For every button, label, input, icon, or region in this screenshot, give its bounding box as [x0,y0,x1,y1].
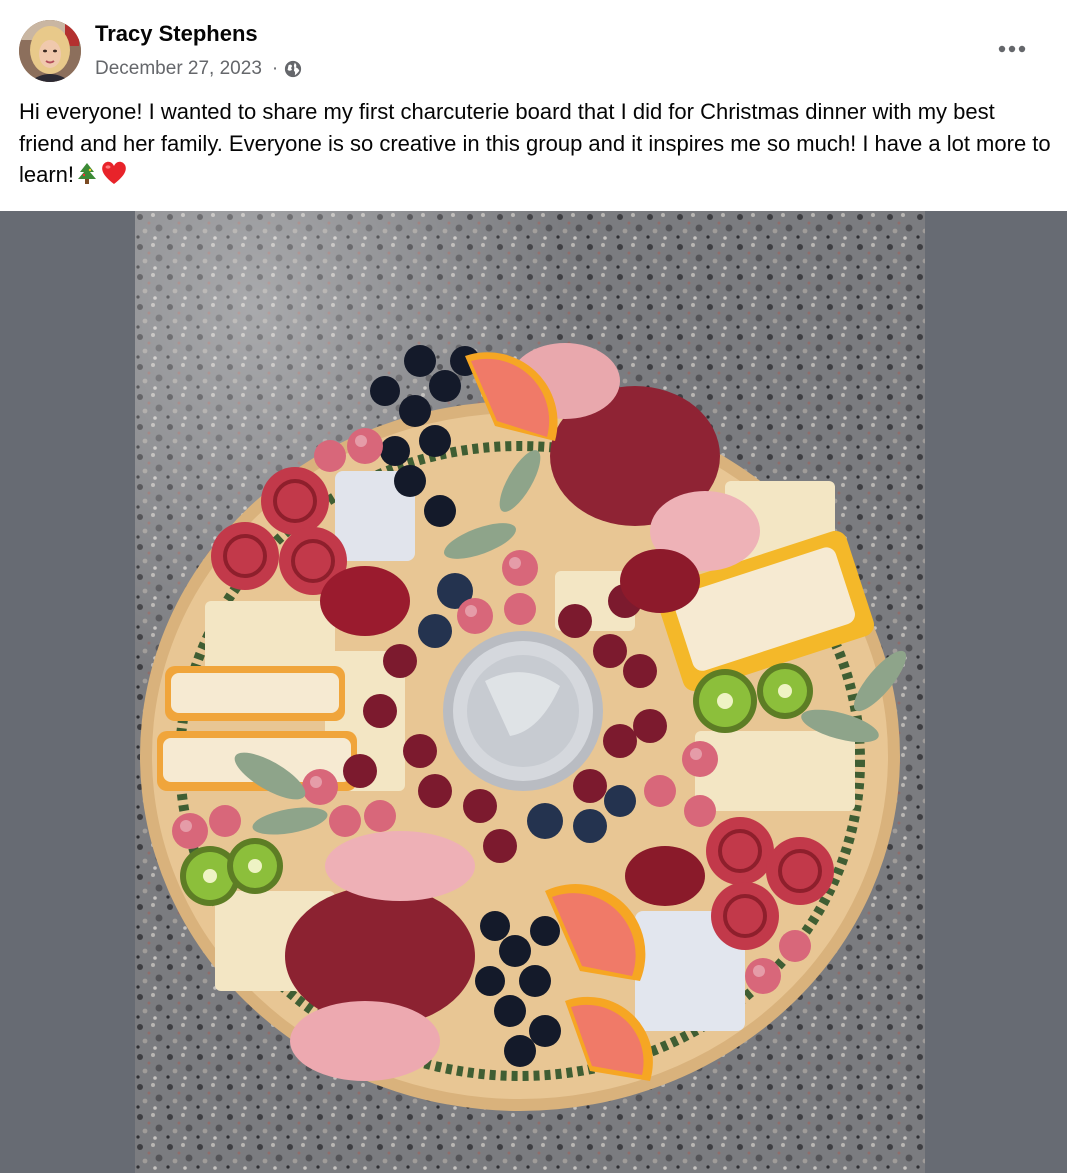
christmas-tree-emoji [76,162,98,195]
author-name[interactable]: Tracy Stephens [95,21,258,47]
avatar-image [19,20,81,82]
author-avatar[interactable] [19,20,81,82]
meta-separator: · [271,58,279,79]
post-header: Tracy Stephens December 27, 2023 · [0,0,1067,96]
post-card: Tracy Stephens December 27, 2023 · Hi ev… [0,0,1067,1173]
more-options-button[interactable] [991,32,1035,66]
photo-container [0,211,1067,1173]
more-options-icon [998,45,1026,53]
post-meta: December 27, 2023 · [95,56,302,82]
post-text: Hi everyone! I wanted to share my first … [19,96,1054,195]
charcuterie-board-photo[interactable] [135,211,925,1173]
page-edge [1067,0,1073,1173]
red-heart-emoji [100,160,128,195]
post-date[interactable]: December 27, 2023 [95,58,262,80]
post-text-body: Hi everyone! I wanted to share my first … [19,99,1051,187]
globe-icon[interactable] [284,60,302,78]
